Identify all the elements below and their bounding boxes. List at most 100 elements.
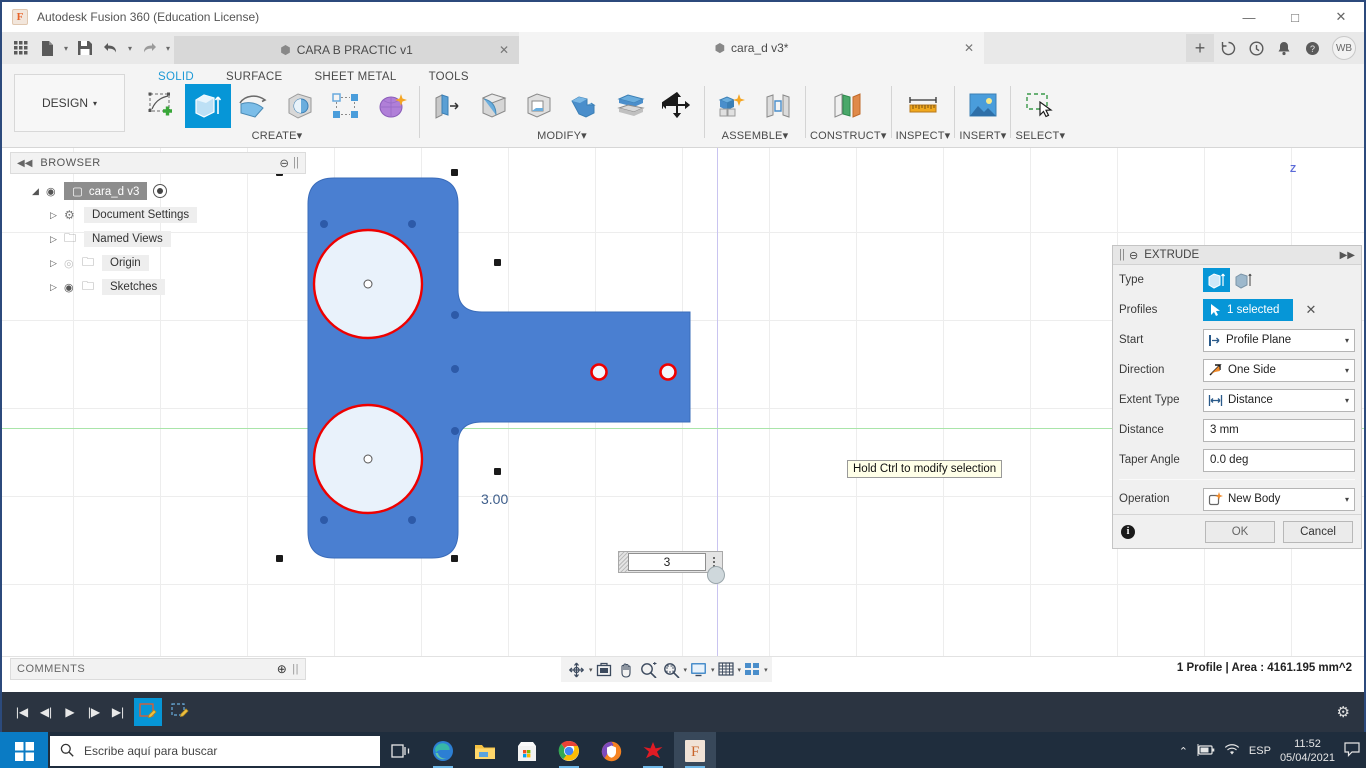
new-component-icon[interactable] bbox=[709, 84, 755, 128]
maximize-button[interactable]: □ bbox=[1272, 2, 1318, 32]
visibility-eye-icon[interactable]: ◉ bbox=[64, 281, 82, 294]
panel-grip-icon[interactable]: || bbox=[292, 663, 299, 675]
visibility-eye-icon[interactable]: ◉ bbox=[46, 185, 64, 198]
grid-snaps-icon[interactable] bbox=[715, 659, 737, 681]
ok-button[interactable]: OK bbox=[1205, 520, 1275, 543]
chevron-down-icon[interactable]: ▾ bbox=[1345, 336, 1349, 345]
panel-grip-icon[interactable]: || bbox=[293, 157, 299, 169]
tree-item-document-settings[interactable]: ▷ ⚙ Document Settings bbox=[10, 203, 306, 227]
play-icon[interactable]: ▶ bbox=[58, 698, 82, 726]
selection-handle[interactable] bbox=[494, 259, 501, 266]
task-view-icon[interactable] bbox=[380, 732, 422, 768]
fit-zoom-window-icon[interactable] bbox=[660, 659, 683, 681]
move-copy-icon[interactable] bbox=[654, 84, 700, 128]
expander-icon[interactable]: ▷ bbox=[50, 234, 64, 245]
chevron-down-icon[interactable]: ▾ bbox=[1345, 396, 1349, 405]
windows-start-icon[interactable] bbox=[0, 732, 48, 768]
collapse-dialog-icon[interactable]: ⊖ bbox=[1129, 249, 1138, 262]
tree-item-sketches[interactable]: ▷ ◉ 🗀 Sketches bbox=[10, 275, 306, 299]
select-window-icon[interactable] bbox=[1017, 84, 1063, 128]
collapse-panel-icon[interactable]: ◀◀ bbox=[17, 158, 32, 169]
activate-radio-button[interactable] bbox=[153, 184, 168, 198]
new-document-caret-icon[interactable]: ▾ bbox=[60, 44, 72, 53]
profiles-select-button[interactable]: 1 selected bbox=[1203, 299, 1294, 321]
tree-item-cara-d[interactable]: ◢ ◉ ▢ cara_d v3 bbox=[10, 179, 306, 203]
tree-item-origin[interactable]: ▷ ◎ 🗀 Origin bbox=[10, 251, 306, 275]
document-tab-cara-b-practic[interactable]: ⬢ CARA B PRACTIC v1 ✕ bbox=[174, 36, 519, 64]
sphere-icon[interactable] bbox=[277, 84, 323, 128]
tray-clock[interactable]: 11:52 05/04/2021 bbox=[1280, 737, 1335, 766]
sketch-feature-1-icon[interactable] bbox=[134, 698, 162, 726]
new-tab-button[interactable]: + bbox=[1186, 34, 1214, 62]
go-to-beginning-icon[interactable]: |◀ bbox=[10, 698, 34, 726]
expand-dialog-icon[interactable]: ▶▶ bbox=[1340, 250, 1355, 261]
input-drag-grip[interactable] bbox=[619, 552, 628, 572]
save-icon[interactable] bbox=[72, 35, 98, 61]
action-center-icon[interactable] bbox=[1344, 742, 1360, 760]
step-forward-icon[interactable]: |▶ bbox=[82, 698, 106, 726]
selection-handle[interactable] bbox=[494, 468, 501, 475]
tab-sheet-metal[interactable]: SHEET METAL bbox=[298, 69, 412, 85]
tray-chevron-icon[interactable]: ⌃ bbox=[1179, 745, 1188, 758]
distance-input[interactable]: 3 mm bbox=[1203, 418, 1355, 442]
minimize-panel-icon[interactable]: ⊖ bbox=[279, 156, 289, 170]
go-to-end-icon[interactable]: ▶| bbox=[106, 698, 130, 726]
viewports-caret-icon[interactable]: ▾ bbox=[764, 666, 768, 674]
operation-dropdown[interactable]: New Body ▾ bbox=[1203, 487, 1355, 511]
google-chrome-icon[interactable] bbox=[548, 732, 590, 768]
shell-icon[interactable] bbox=[516, 84, 562, 128]
start-dropdown[interactable]: Profile Plane ▾ bbox=[1203, 328, 1355, 352]
clear-profiles-icon[interactable]: ✕ bbox=[1305, 302, 1316, 318]
document-tab-cara-d[interactable]: ⬢ cara_d v3* ✕ bbox=[519, 32, 984, 64]
extrude-solid-type-icon[interactable] bbox=[1203, 268, 1230, 292]
expander-icon[interactable]: ◢ bbox=[32, 186, 46, 197]
press-pull-icon[interactable] bbox=[424, 84, 470, 128]
undo-caret-icon[interactable]: ▾ bbox=[124, 44, 136, 53]
form-icon[interactable] bbox=[369, 84, 415, 128]
offset-plane-icon[interactable] bbox=[825, 84, 871, 128]
selection-handle[interactable] bbox=[451, 555, 458, 562]
display-settings-icon[interactable] bbox=[687, 659, 710, 681]
expander-icon[interactable]: ▷ bbox=[50, 210, 64, 221]
tab-close-icon[interactable]: ✕ bbox=[964, 41, 974, 55]
expander-icon[interactable]: ▷ bbox=[50, 258, 64, 269]
comments-panel[interactable]: COMMENTS ⊕ || bbox=[10, 658, 306, 680]
insert-image-icon[interactable] bbox=[960, 84, 1006, 128]
extent-type-dropdown[interactable]: Distance ▾ bbox=[1203, 388, 1355, 412]
extrude-preview-body[interactable] bbox=[278, 172, 738, 592]
orbit-icon[interactable] bbox=[565, 659, 588, 681]
tab-close-icon[interactable]: ✕ bbox=[499, 43, 509, 57]
chevron-down-icon[interactable]: ▾ bbox=[1345, 495, 1349, 504]
pan-hand-icon[interactable] bbox=[615, 659, 637, 681]
inline-distance-input[interactable] bbox=[628, 553, 706, 571]
minimize-button[interactable]: — bbox=[1226, 2, 1272, 32]
measure-ruler-icon[interactable] bbox=[900, 84, 946, 128]
revolve-icon[interactable] bbox=[231, 84, 277, 128]
sketch-feature-2-icon[interactable] bbox=[166, 698, 194, 726]
tab-surface[interactable]: SURFACE bbox=[210, 69, 298, 85]
cancel-button[interactable]: Cancel bbox=[1283, 520, 1353, 543]
add-comment-icon[interactable]: ⊕ bbox=[277, 662, 288, 676]
tab-tools[interactable]: TOOLS bbox=[413, 69, 485, 85]
look-at-icon[interactable] bbox=[593, 659, 615, 681]
taper-angle-input[interactable]: 0.0 deg bbox=[1203, 448, 1355, 472]
zoom-icon[interactable] bbox=[637, 659, 660, 681]
direction-dropdown[interactable]: One Side ▾ bbox=[1203, 358, 1355, 382]
pattern-icon[interactable] bbox=[323, 84, 369, 128]
dialog-grip-icon[interactable]: || bbox=[1119, 249, 1125, 261]
workspace-switcher-design[interactable]: DESIGN ▾ bbox=[14, 74, 125, 132]
expander-icon[interactable]: ▷ bbox=[50, 282, 64, 293]
extrude-thin-type-icon[interactable] bbox=[1230, 268, 1257, 292]
tray-language[interactable]: ESP bbox=[1249, 745, 1271, 757]
fusion-360-icon[interactable]: F bbox=[674, 732, 716, 768]
combine-icon[interactable] bbox=[562, 84, 608, 128]
microsoft-store-icon[interactable] bbox=[506, 732, 548, 768]
close-button[interactable]: ✕ bbox=[1318, 2, 1364, 32]
red-star-app-icon[interactable] bbox=[632, 732, 674, 768]
step-back-icon[interactable]: ◀| bbox=[34, 698, 58, 726]
clock-history-icon[interactable] bbox=[1242, 34, 1270, 62]
avast-browser-icon[interactable] bbox=[590, 732, 632, 768]
microsoft-edge-icon[interactable] bbox=[422, 732, 464, 768]
battery-charging-icon[interactable] bbox=[1197, 743, 1215, 759]
taskbar-search-box[interactable]: Escribe aquí para buscar bbox=[50, 736, 380, 766]
